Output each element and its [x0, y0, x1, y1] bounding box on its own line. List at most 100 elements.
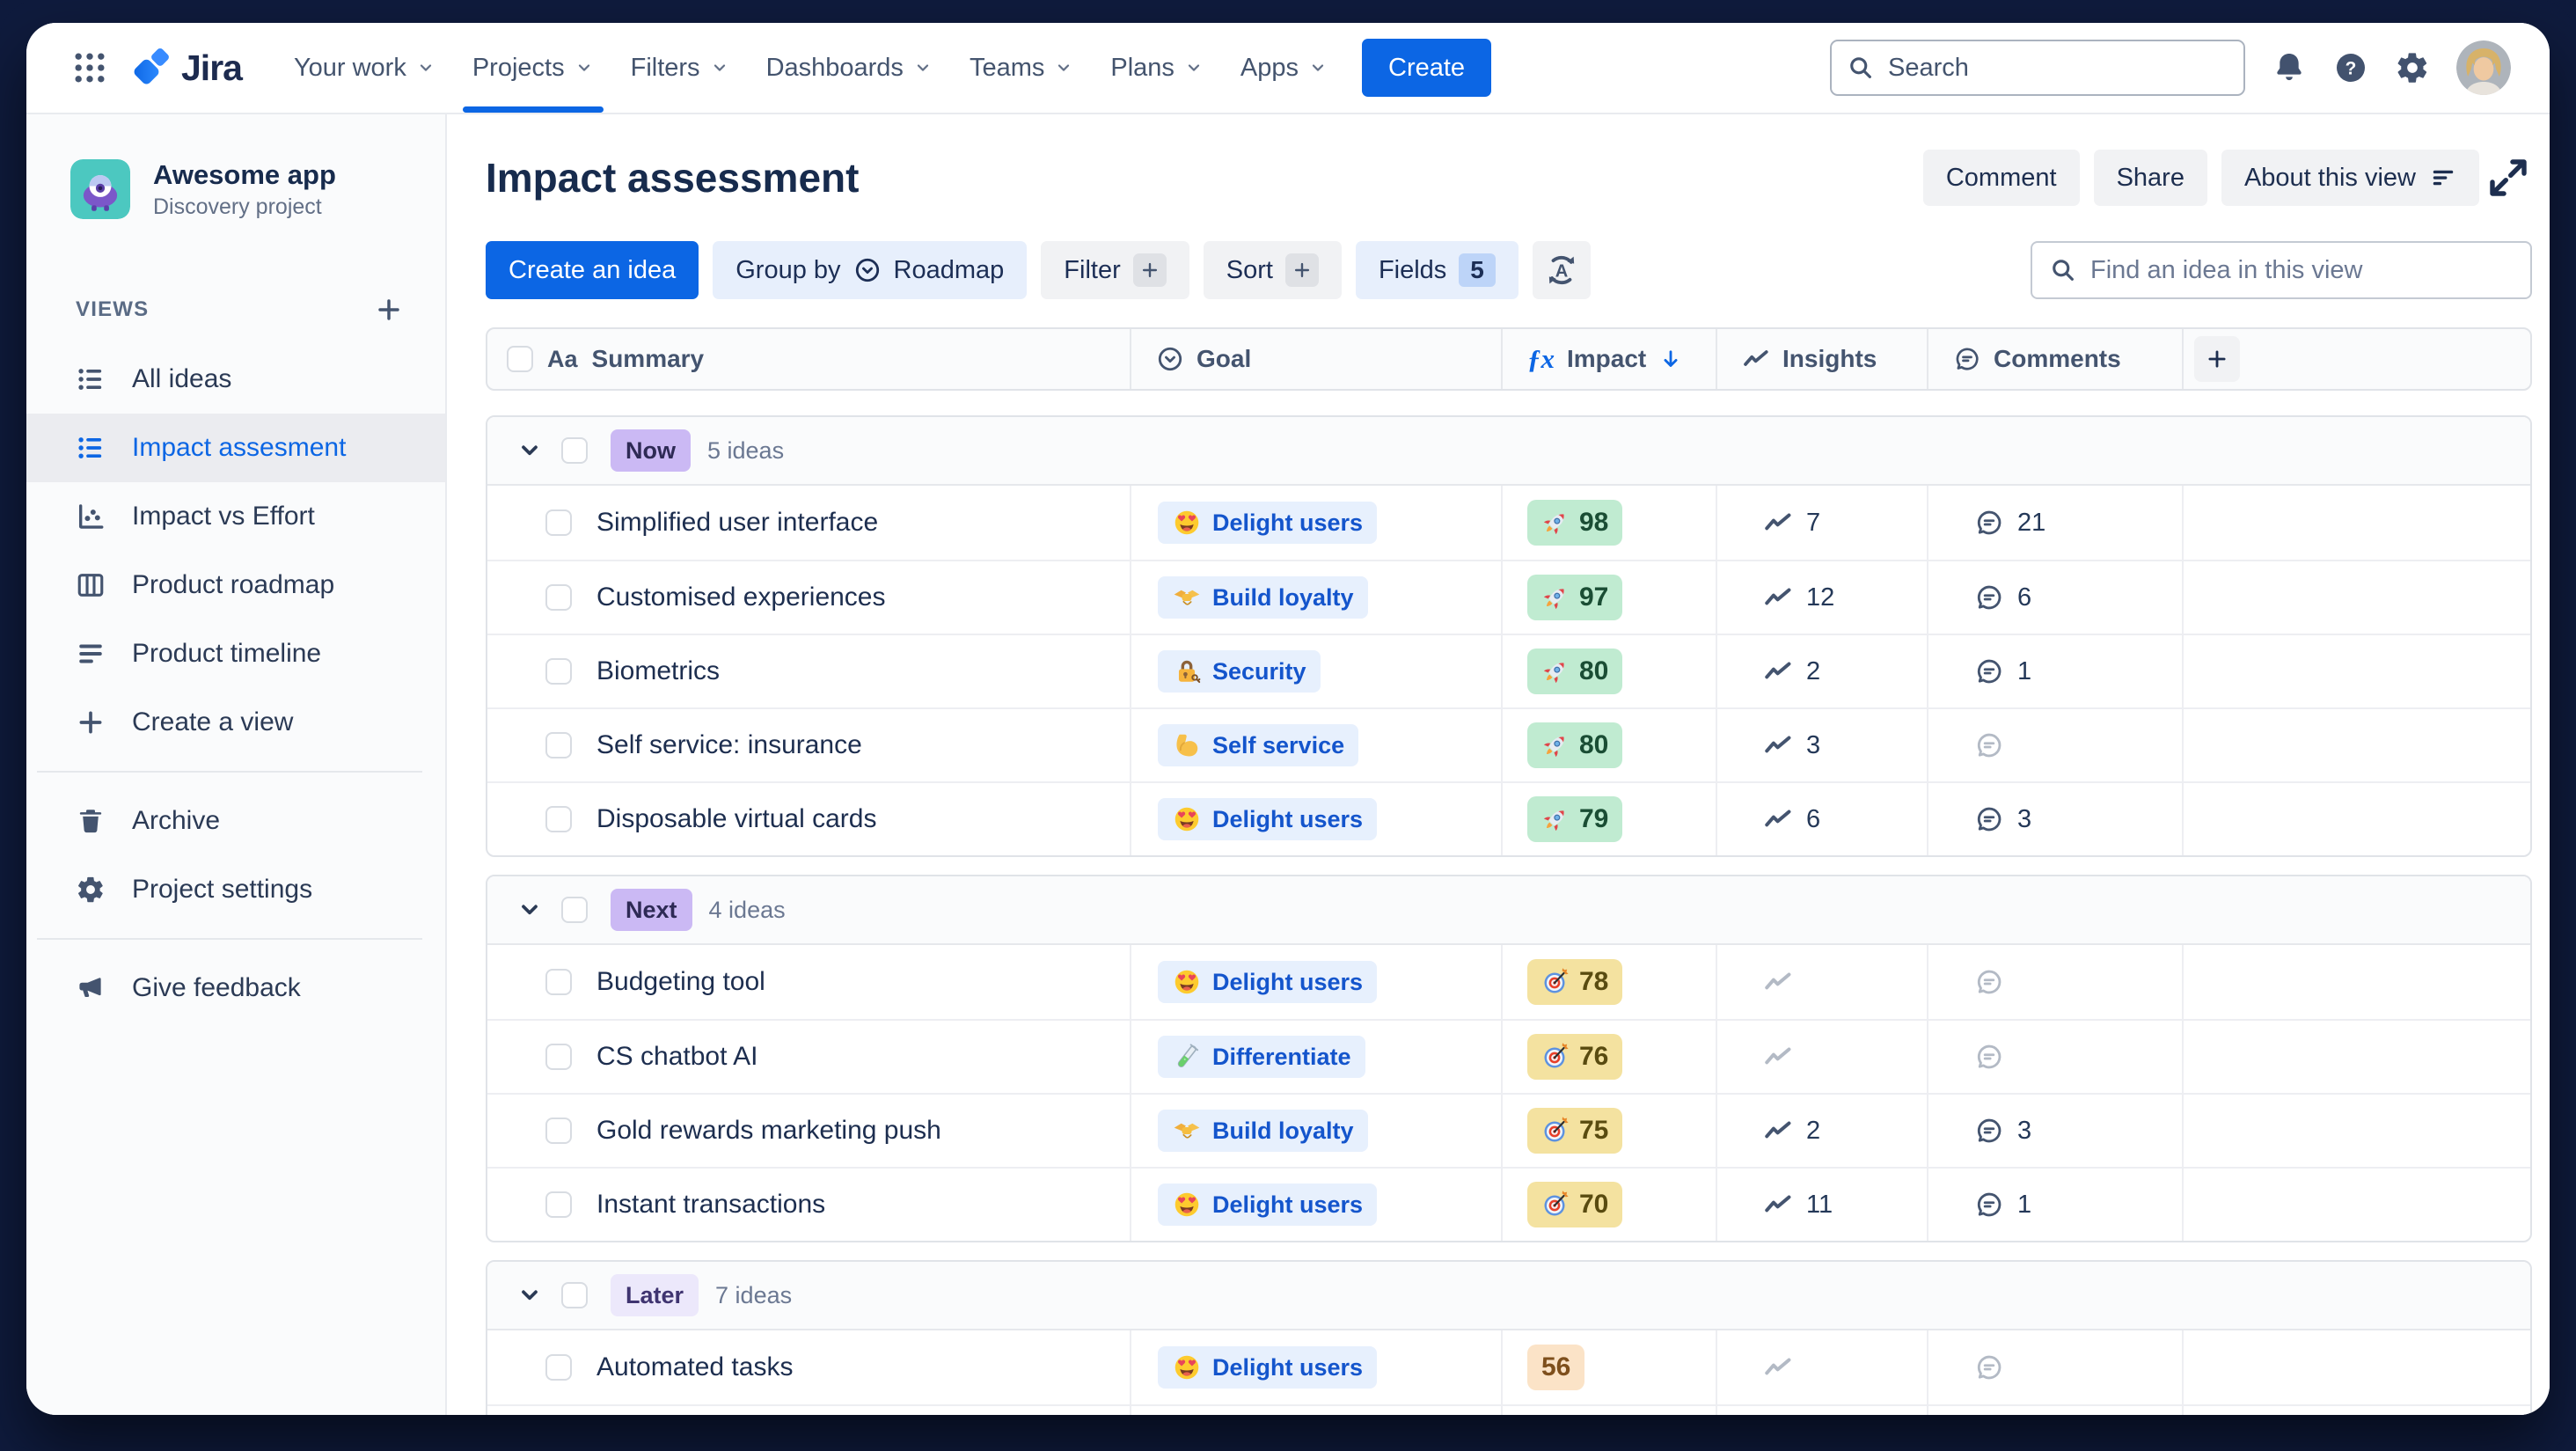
row-checkbox[interactable]: [545, 1118, 572, 1144]
gear-icon[interactable]: [2395, 50, 2430, 85]
group-checkbox[interactable]: [561, 437, 588, 464]
column-header-comments[interactable]: Comments: [1927, 329, 2182, 389]
column-header-summary[interactable]: Aa Summary: [487, 329, 1130, 389]
jira-logo[interactable]: Jira: [132, 48, 243, 89]
impact-score-pill[interactable]: 80: [1527, 722, 1623, 768]
table-row[interactable]: [487, 1404, 2530, 1415]
row-checkbox[interactable]: [545, 969, 572, 995]
table-row[interactable]: Disposable virtual cards Delight users 79 6…: [487, 781, 2530, 855]
comments-cell[interactable]: 21: [1927, 486, 2182, 560]
add-column-button[interactable]: [2194, 336, 2240, 382]
sidebar-item-impact-vs-effort[interactable]: Impact vs Effort: [26, 482, 445, 551]
sidebar-item-project-settings[interactable]: Project settings: [26, 855, 445, 924]
select-all-checkbox[interactable]: [507, 346, 533, 372]
find-idea-search[interactable]: [2031, 241, 2532, 299]
rank-button[interactable]: A: [1532, 241, 1591, 299]
impact-score-pill[interactable]: 80: [1527, 649, 1623, 694]
global-search[interactable]: [1830, 40, 2245, 96]
column-header-goal[interactable]: Goal: [1130, 329, 1501, 389]
project-header[interactable]: Awesome app Discovery project: [70, 158, 445, 220]
comments-cell[interactable]: [1927, 1406, 2182, 1415]
filter-button[interactable]: Filter: [1041, 241, 1189, 299]
nav-item-teams[interactable]: Teams: [951, 23, 1092, 113]
goal-pill[interactable]: Differentiate: [1158, 1036, 1365, 1078]
group-header-later[interactable]: Later 7 ideas: [487, 1262, 2530, 1330]
table-row[interactable]: Instant transactions Delight users 70 11 1: [487, 1167, 2530, 1241]
sidebar-item-product-roadmap[interactable]: Product roadmap: [26, 551, 445, 619]
row-checkbox[interactable]: [545, 509, 572, 536]
expand-icon[interactable]: [2485, 154, 2532, 202]
bell-icon[interactable]: [2272, 50, 2307, 85]
about-this-view-button[interactable]: About this view: [2221, 150, 2479, 206]
group-header-now[interactable]: Now 5 ideas: [487, 417, 2530, 486]
table-row[interactable]: Self service: insurance Self service 80 3: [487, 707, 2530, 781]
row-checkbox[interactable]: [545, 584, 572, 611]
column-header-insights[interactable]: Insights: [1716, 329, 1927, 389]
row-checkbox[interactable]: [545, 806, 572, 832]
row-checkbox[interactable]: [545, 732, 572, 758]
row-checkbox[interactable]: [545, 658, 572, 685]
group-checkbox[interactable]: [561, 897, 588, 923]
column-header-impact[interactable]: ƒx Impact: [1501, 329, 1716, 389]
comments-cell[interactable]: [1927, 1021, 2182, 1093]
comment-button[interactable]: Comment: [1922, 150, 2080, 206]
insights-cell[interactable]: 3: [1716, 709, 1927, 781]
table-row[interactable]: Gold rewards marketing push Build loyalty…: [487, 1093, 2530, 1167]
row-checkbox[interactable]: [545, 1354, 572, 1381]
impact-score-pill[interactable]: 76: [1527, 1034, 1623, 1080]
insights-cell[interactable]: [1716, 1330, 1927, 1404]
impact-score-pill[interactable]: 78: [1527, 959, 1623, 1005]
insights-cell[interactable]: [1716, 1021, 1927, 1093]
impact-score-pill[interactable]: 56: [1527, 1345, 1585, 1390]
avatar[interactable]: [2456, 40, 2511, 95]
goal-pill[interactable]: Security: [1158, 650, 1321, 693]
app-switcher-icon[interactable]: [70, 48, 109, 87]
comments-cell[interactable]: [1927, 945, 2182, 1019]
row-checkbox[interactable]: [545, 1191, 572, 1218]
row-checkbox[interactable]: [545, 1044, 572, 1070]
insights-cell[interactable]: [1716, 1406, 1927, 1415]
goal-pill[interactable]: Delight users: [1158, 1184, 1378, 1226]
impact-score-pill[interactable]: 79: [1527, 796, 1623, 842]
nav-item-dashboards[interactable]: Dashboards: [748, 23, 951, 113]
comments-cell[interactable]: 6: [1927, 561, 2182, 634]
goal-pill[interactable]: Delight users: [1158, 961, 1378, 1003]
find-idea-input[interactable]: [2090, 255, 2513, 285]
create-button[interactable]: Create: [1362, 39, 1492, 97]
nav-item-your-work[interactable]: Your work: [275, 23, 454, 113]
comments-cell[interactable]: 1: [1927, 635, 2182, 707]
comments-cell[interactable]: [1927, 709, 2182, 781]
sidebar-item-impact-assesment[interactable]: Impact assesment: [26, 414, 445, 483]
table-row[interactable]: CS chatbot AI Differentiate 76: [487, 1019, 2530, 1093]
table-row[interactable]: Customised experiences Build loyalty 97 12 6: [487, 560, 2530, 634]
sidebar-item-all-ideas[interactable]: All ideas: [26, 345, 445, 414]
sidebar-item-product-timeline[interactable]: Product timeline: [26, 619, 445, 688]
group-header-next[interactable]: Next 4 ideas: [487, 876, 2530, 945]
group-by-button[interactable]: Group by Roadmap: [713, 241, 1028, 299]
add-view-icon[interactable]: [375, 296, 403, 324]
goal-pill[interactable]: Self service: [1158, 724, 1359, 766]
goal-pill[interactable]: Build loyalty: [1158, 576, 1368, 619]
insights-cell[interactable]: 2: [1716, 1095, 1927, 1167]
create-idea-button[interactable]: Create an idea: [486, 241, 699, 299]
impact-score-pill[interactable]: 97: [1527, 575, 1623, 620]
comments-cell[interactable]: 3: [1927, 1095, 2182, 1167]
nav-item-filters[interactable]: Filters: [612, 23, 748, 113]
insights-cell[interactable]: [1716, 945, 1927, 1019]
table-row[interactable]: Biometrics Security 80 2 1: [487, 634, 2530, 707]
nav-item-projects[interactable]: Projects: [454, 23, 612, 113]
sidebar-item-archive[interactable]: Archive: [26, 787, 445, 855]
table-row[interactable]: Automated tasks Delight users 56: [487, 1330, 2530, 1404]
fields-button[interactable]: Fields 5: [1355, 241, 1519, 299]
goal-pill[interactable]: Delight users: [1158, 502, 1378, 544]
impact-score-pill[interactable]: 75: [1527, 1108, 1623, 1154]
insights-cell[interactable]: 6: [1716, 783, 1927, 855]
insights-cell[interactable]: 12: [1716, 561, 1927, 634]
share-button[interactable]: Share: [2093, 150, 2207, 206]
goal-pill[interactable]: Delight users: [1158, 1346, 1378, 1389]
nav-item-apps[interactable]: Apps: [1222, 23, 1346, 113]
goal-pill[interactable]: Build loyalty: [1158, 1110, 1368, 1152]
insights-cell[interactable]: 11: [1716, 1169, 1927, 1241]
global-search-input[interactable]: [1888, 53, 2228, 83]
goal-pill[interactable]: Delight users: [1158, 798, 1378, 840]
